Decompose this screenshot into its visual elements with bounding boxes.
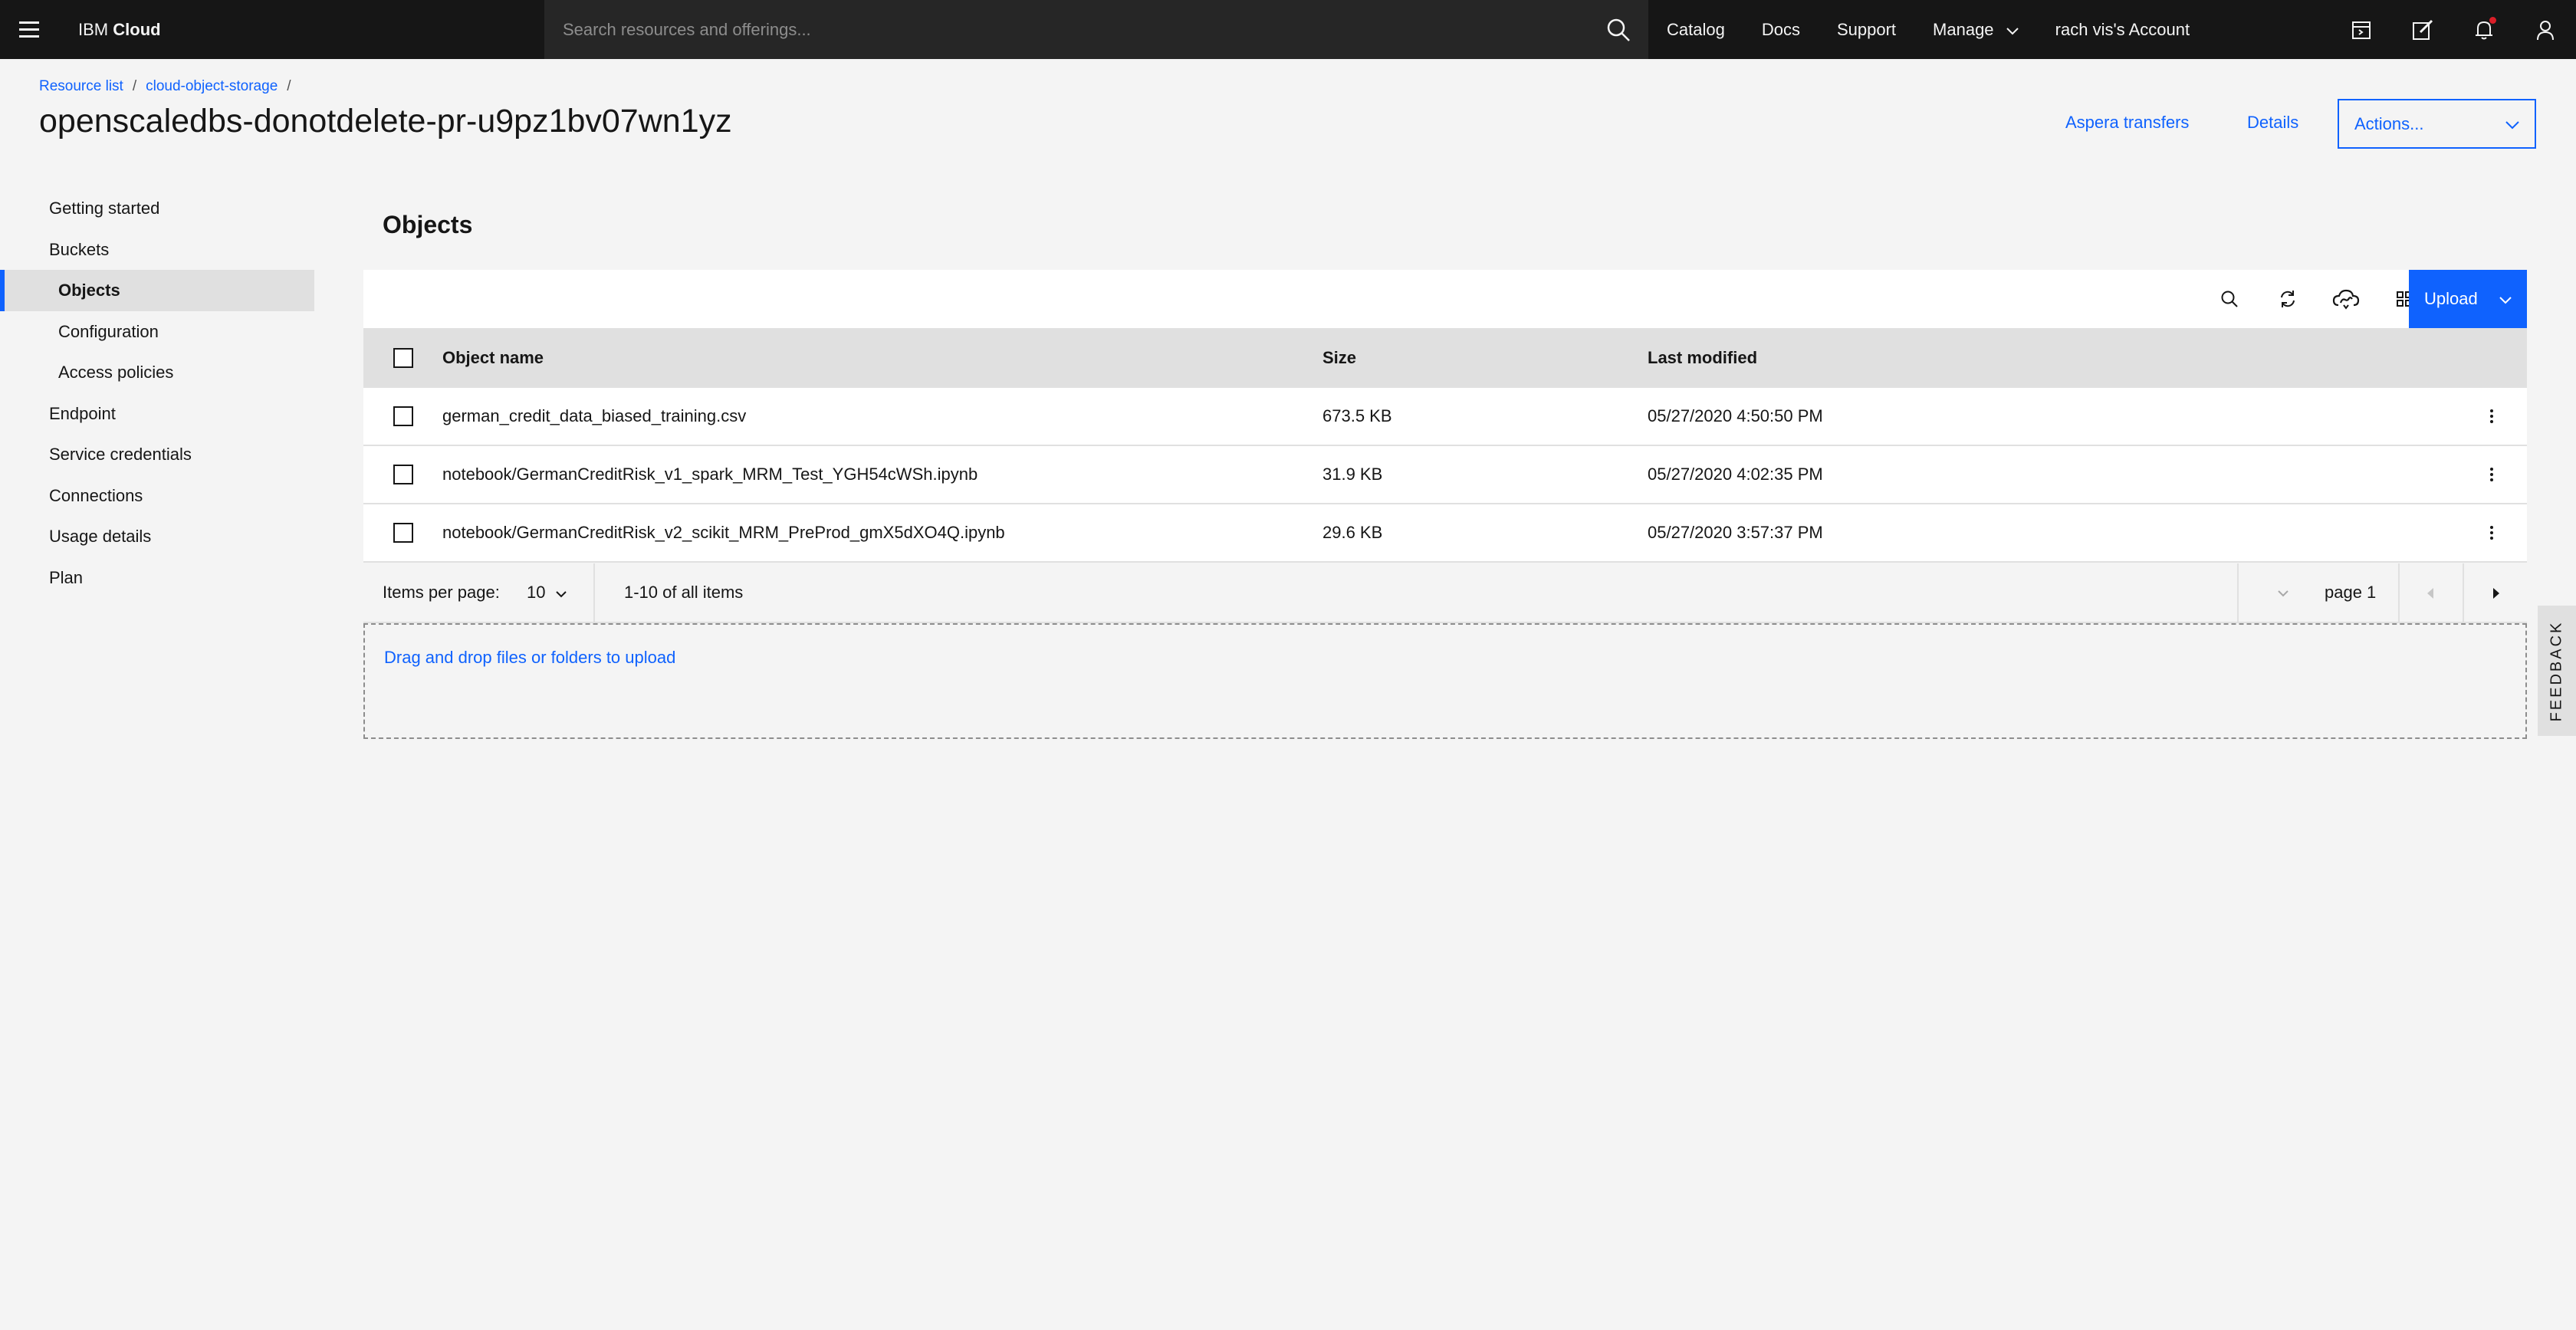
breadcrumb-separator: / bbox=[132, 78, 137, 94]
upload-dropzone[interactable]: Drag and drop files or folders to upload bbox=[363, 623, 2527, 739]
column-header-size[interactable]: Size bbox=[1322, 348, 1648, 368]
search-icon[interactable] bbox=[2200, 270, 2259, 328]
overflow-menu-icon[interactable] bbox=[2456, 525, 2527, 540]
chevron-down-icon bbox=[2505, 114, 2519, 134]
object-name[interactable]: german_credit_data_biased_training.csv bbox=[442, 406, 1322, 426]
item-range: 1-10 of all items bbox=[624, 583, 744, 602]
notification-badge bbox=[2489, 17, 2496, 24]
refresh-icon[interactable] bbox=[2259, 270, 2317, 328]
top-navigation-bar: IBM Cloud Catalog Docs Support Manage ra… bbox=[0, 0, 2576, 59]
top-icon-group bbox=[2331, 0, 2576, 59]
row-select-cell bbox=[363, 523, 442, 543]
table-toolbar: Upload bbox=[363, 270, 2527, 328]
overflow-menu-icon[interactable] bbox=[2456, 409, 2527, 424]
menu-icon[interactable] bbox=[14, 15, 44, 44]
overflow-menu-icon[interactable] bbox=[2456, 467, 2527, 482]
aspera-transfers-link[interactable]: Aspera transfers bbox=[2065, 113, 2189, 133]
sidebar-item-endpoint[interactable]: Endpoint bbox=[0, 393, 314, 435]
global-search bbox=[544, 0, 1648, 59]
nav-manage[interactable]: Manage bbox=[1914, 0, 2037, 59]
row-select-cell bbox=[363, 406, 442, 426]
row-checkbox[interactable] bbox=[393, 465, 413, 484]
sidebar: Getting started Buckets Objects Configur… bbox=[0, 188, 314, 598]
object-size: 31.9 KB bbox=[1322, 465, 1383, 484]
sidebar-item-service-credentials[interactable]: Service credentials bbox=[0, 434, 314, 475]
object-size: 29.6 KB bbox=[1322, 523, 1383, 542]
pager-divider bbox=[2463, 563, 2464, 623]
sidebar-item-buckets[interactable]: Buckets bbox=[0, 229, 314, 271]
sidebar-item-access-policies[interactable]: Access policies bbox=[0, 352, 314, 393]
sidebar-item-objects[interactable]: Objects bbox=[0, 270, 314, 311]
items-per-page-select[interactable]: 10 bbox=[527, 583, 567, 603]
sidebar-item-getting-started[interactable]: Getting started bbox=[0, 188, 314, 229]
object-name[interactable]: notebook/GermanCreditRisk_v2_scikit_MRM_… bbox=[442, 523, 1322, 543]
table-row[interactable]: german_credit_data_biased_training.csv 6… bbox=[363, 388, 2527, 446]
upload-label: Upload bbox=[2424, 289, 2478, 308]
table-header-row: Object name Size Last modified bbox=[363, 328, 2527, 388]
sidebar-item-usage-details[interactable]: Usage details bbox=[0, 516, 314, 557]
caret-left-icon[interactable] bbox=[2400, 563, 2461, 623]
actions-label: Actions... bbox=[2354, 113, 2424, 133]
details-link[interactable]: Details bbox=[2247, 113, 2298, 133]
object-last-modified: 05/27/2020 3:57:37 PM bbox=[1648, 523, 1823, 542]
calendar-icon[interactable] bbox=[2331, 0, 2392, 59]
chevron-down-icon[interactable] bbox=[2252, 563, 2314, 623]
breadcrumb-separator: / bbox=[287, 78, 291, 94]
nav-support[interactable]: Support bbox=[1819, 0, 1914, 59]
bell-icon[interactable] bbox=[2453, 0, 2515, 59]
sidebar-item-plan[interactable]: Plan bbox=[0, 557, 314, 599]
page-number: page 1 bbox=[2325, 583, 2377, 602]
brand-prefix: IBM bbox=[78, 20, 109, 39]
brand-suffix: Cloud bbox=[113, 20, 161, 39]
nav-manage-label: Manage bbox=[1933, 20, 1994, 39]
sidebar-item-connections[interactable]: Connections bbox=[0, 475, 314, 517]
objects-table: Object name Size Last modified german_cr… bbox=[363, 328, 2527, 563]
pager-divider bbox=[593, 563, 595, 623]
cloud-aspera-icon[interactable] bbox=[2317, 270, 2375, 328]
breadcrumb: Resource list / cloud-object-storage / bbox=[39, 78, 291, 95]
items-per-page-value: 10 bbox=[527, 583, 546, 602]
feedback-tab[interactable]: FEEDBACK bbox=[2538, 606, 2576, 736]
column-header-name[interactable]: Object name bbox=[442, 348, 1322, 368]
nav-account[interactable]: rach vis's Account bbox=[2037, 0, 2208, 59]
upload-button[interactable]: Upload bbox=[2409, 270, 2527, 328]
caret-right-icon[interactable] bbox=[2466, 563, 2527, 623]
chevron-down-icon bbox=[2006, 2, 2019, 61]
pagination-bar: Items per page: 10 1-10 of all items pag… bbox=[363, 563, 2527, 623]
dropzone-label[interactable]: Drag and drop files or folders to upload bbox=[384, 648, 675, 668]
pager-divider bbox=[2237, 563, 2239, 623]
table-row[interactable]: notebook/GermanCreditRisk_v1_spark_MRM_T… bbox=[363, 446, 2527, 504]
chevron-down-icon[interactable] bbox=[2499, 289, 2512, 309]
nav-catalog[interactable]: Catalog bbox=[1648, 0, 1743, 59]
breadcrumb-resource-list[interactable]: Resource list bbox=[39, 78, 123, 95]
chevron-down-icon bbox=[556, 583, 567, 603]
section-title: Objects bbox=[383, 211, 473, 238]
search-input[interactable] bbox=[563, 0, 1559, 59]
actions-dropdown[interactable]: Actions... bbox=[2338, 99, 2536, 149]
select-all-checkbox[interactable] bbox=[393, 348, 413, 368]
brand-logo[interactable]: IBM Cloud bbox=[78, 0, 161, 59]
page-title: openscaledbs-donotdelete-pr-u9pz1bv07wn1… bbox=[39, 103, 732, 140]
nav-docs[interactable]: Docs bbox=[1743, 0, 1819, 59]
top-nav-links: Catalog Docs Support Manage rach vis's A… bbox=[1648, 0, 2208, 59]
object-last-modified: 05/27/2020 4:50:50 PM bbox=[1648, 406, 1823, 425]
feedback-label: FEEDBACK bbox=[2548, 620, 2565, 721]
object-last-modified: 05/27/2020 4:02:35 PM bbox=[1648, 465, 1823, 484]
edit-icon[interactable] bbox=[2392, 0, 2453, 59]
select-all-cell bbox=[363, 348, 442, 368]
row-checkbox[interactable] bbox=[393, 406, 413, 426]
sidebar-item-configuration[interactable]: Configuration bbox=[0, 311, 314, 353]
user-icon[interactable] bbox=[2515, 0, 2576, 59]
row-checkbox[interactable] bbox=[393, 523, 413, 543]
items-per-page-label: Items per page: bbox=[383, 583, 500, 602]
table-row[interactable]: notebook/GermanCreditRisk_v2_scikit_MRM_… bbox=[363, 504, 2527, 563]
search-icon[interactable] bbox=[1605, 17, 1631, 43]
row-select-cell bbox=[363, 465, 442, 484]
object-size: 673.5 KB bbox=[1322, 406, 1392, 425]
object-name[interactable]: notebook/GermanCreditRisk_v1_spark_MRM_T… bbox=[442, 465, 1322, 484]
breadcrumb-cloud-object-storage[interactable]: cloud-object-storage bbox=[146, 78, 278, 95]
column-header-modified[interactable]: Last modified bbox=[1648, 348, 2456, 368]
